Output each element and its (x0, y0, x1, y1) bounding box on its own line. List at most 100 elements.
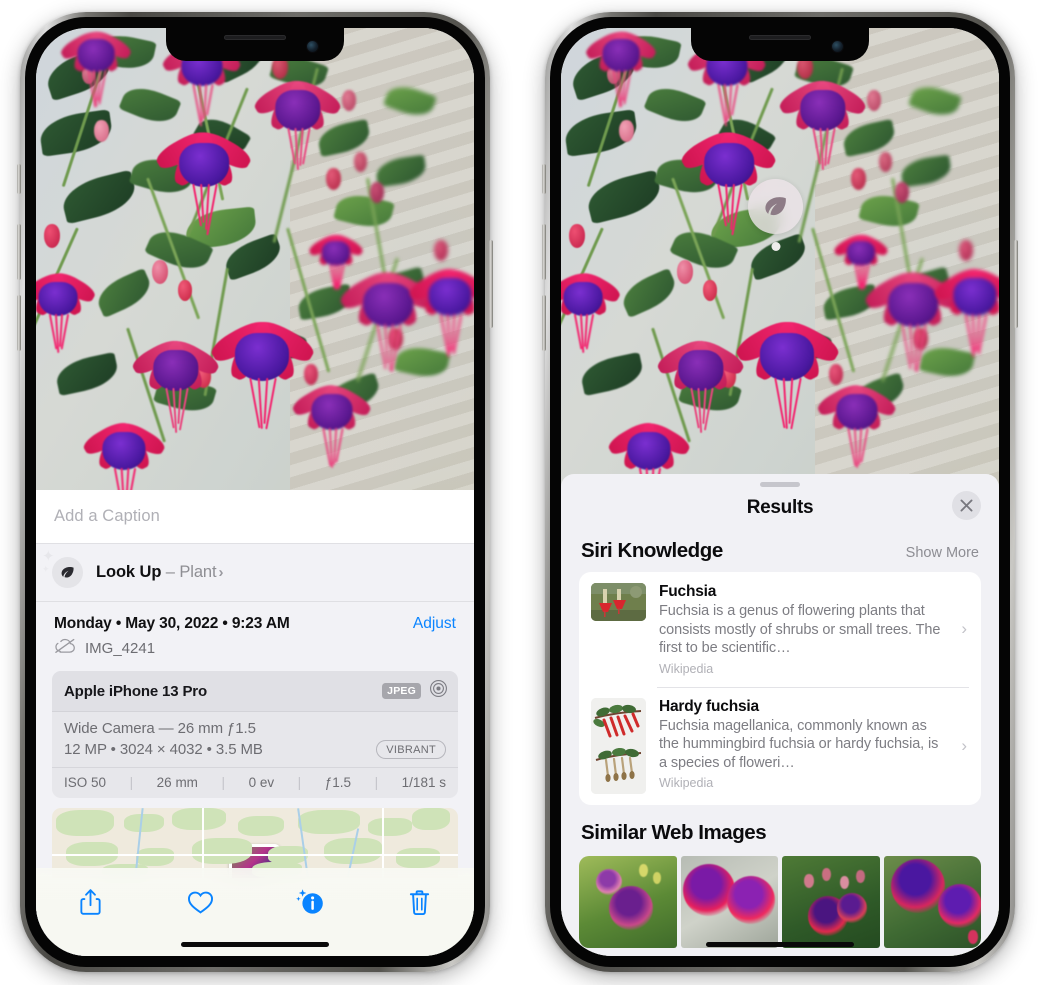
similar-web-images-row (561, 855, 999, 948)
photo-bud (354, 152, 367, 172)
left-phone-screen: Add a Caption ✦ ✦ Look Up – Plant › Mond… (36, 28, 474, 956)
photo-bud (178, 280, 192, 301)
map-green-area (56, 810, 114, 836)
file-name: IMG_4241 (85, 640, 156, 657)
knowledge-thumbnail (591, 697, 646, 794)
leaf-icon: ✦ ✦ (42, 549, 83, 588)
map-green-area (136, 848, 174, 866)
front-camera (832, 41, 843, 52)
left-phone-bezel: Add a Caption ✦ ✦ Look Up – Plant › Mond… (25, 17, 485, 967)
chevron-right-icon: › (218, 564, 224, 581)
power-button[interactable] (1014, 240, 1018, 328)
knowledge-body: Fuchsia Fuchsia is a genus of flowering … (659, 583, 969, 676)
screenshot-stage: Add a Caption ✦ ✦ Look Up – Plant › Mond… (0, 0, 1055, 985)
photo-flower-corolla (563, 281, 603, 317)
exif-card[interactable]: Apple iPhone 13 Pro JPEG Wide Camera — 2… (52, 671, 458, 798)
delete-button[interactable] (396, 882, 442, 922)
format-badge: JPEG (382, 683, 421, 699)
photo-bud (152, 260, 168, 284)
show-more-button[interactable]: Show More (906, 545, 979, 561)
earpiece-speaker (749, 35, 811, 40)
right-phone-screen: Results Siri Knowledge Show More Fuchsia… (561, 28, 999, 956)
knowledge-description: Fuchsia is a genus of flowering plants t… (659, 603, 941, 656)
favorite-button[interactable] (177, 882, 223, 922)
photo-bud (879, 152, 892, 172)
photo-flower-corolla (602, 39, 640, 73)
photo-flower-corolla (179, 142, 229, 187)
divider: | (221, 775, 226, 790)
photo-bud (677, 260, 693, 284)
photo-bud (829, 364, 843, 385)
photo-bud (370, 182, 384, 203)
results-header: Results (561, 487, 999, 533)
knowledge-description: Fuchsia magellanica, commonly known as t… (659, 717, 939, 771)
power-button[interactable] (489, 240, 493, 328)
exif-stats: ISO 50 | 26 mm | 0 ev | ƒ1.5 | 1/181 s (52, 767, 458, 798)
look-up-title: Look Up (96, 563, 162, 581)
home-indicator[interactable] (181, 942, 329, 947)
look-up-row[interactable]: ✦ ✦ Look Up – Plant › (36, 544, 474, 602)
web-image-thumbnail[interactable] (680, 855, 778, 948)
lens-info: Wide Camera — 26 mm ƒ1.5 (64, 720, 256, 737)
photo-bud (342, 90, 356, 111)
home-indicator[interactable] (706, 942, 854, 947)
volume-down-button[interactable] (17, 295, 21, 351)
sparkle-small-icon: ✦ (42, 564, 50, 574)
photo-bud (895, 182, 909, 203)
map-green-area (192, 838, 252, 864)
web-image-flower (682, 863, 735, 916)
chevron-right-icon: › (961, 619, 967, 639)
photo-bud (94, 120, 109, 142)
exif-stat-shutter: 1/181 s (401, 775, 446, 790)
map-green-area (412, 808, 450, 830)
map-green-area (124, 814, 164, 832)
web-image-flower (890, 858, 945, 913)
web-image-bud (822, 867, 831, 881)
caption-input[interactable]: Add a Caption (54, 507, 456, 526)
knowledge-title: Fuchsia (659, 583, 717, 600)
mute-switch[interactable] (17, 164, 21, 194)
exif-stat-iso: ISO 50 (64, 775, 107, 790)
share-button[interactable] (68, 882, 114, 922)
photo-bud (44, 224, 60, 248)
web-image-bud (856, 869, 865, 883)
exif-header: Apple iPhone 13 Pro JPEG (52, 671, 458, 712)
knowledge-source: Wikipedia (659, 661, 714, 676)
web-image-thumbnail[interactable] (782, 855, 880, 948)
front-camera (307, 41, 318, 52)
sparkle-icon: ✦ (42, 548, 55, 565)
photo-bud (959, 240, 973, 261)
volume-up-button[interactable] (542, 224, 546, 280)
adjust-button[interactable]: Adjust (413, 615, 456, 633)
list-item[interactable]: Fuchsia Fuchsia is a genus of flowering … (579, 572, 981, 687)
photo-bud (851, 168, 866, 190)
web-image-thumbnail[interactable] (579, 855, 677, 948)
list-item[interactable]: Hardy fuchsia Fuchsia magellanica, commo… (579, 686, 981, 805)
info-button[interactable] (287, 882, 333, 922)
page-title: Results (746, 497, 814, 518)
caption-field-row[interactable]: Add a Caption (36, 490, 474, 544)
web-image-thumbnail[interactable] (883, 855, 981, 948)
photo-flower-corolla (888, 282, 938, 327)
earpiece-speaker (224, 35, 286, 40)
right-phone-bezel: Results Siri Knowledge Show More Fuchsia… (550, 17, 1010, 967)
section-title: Similar Web Images (581, 820, 767, 844)
exif-body: Wide Camera — 26 mm ƒ1.5 12 MP • 3024 × … (52, 712, 458, 767)
file-row: IMG_4241 (36, 635, 474, 671)
photo-flower-corolla (760, 333, 814, 381)
cloud-slash-icon (54, 638, 76, 659)
close-button[interactable] (952, 491, 981, 520)
chevron-right-icon: › (961, 735, 967, 755)
visual-look-up-badge[interactable] (748, 179, 803, 234)
look-up-dash: – (165, 563, 175, 581)
knowledge-title: Hardy fuchsia (659, 697, 759, 715)
notch (166, 28, 344, 61)
web-image-flower (726, 875, 775, 924)
volume-down-button[interactable] (542, 295, 546, 351)
siri-knowledge-card: Fuchsia Fuchsia is a genus of flowering … (579, 572, 981, 805)
date-row: Monday • May 30, 2022 • 9:23 AM Adjust (36, 602, 474, 635)
photo-bud (304, 364, 318, 385)
volume-up-button[interactable] (17, 224, 21, 280)
mute-switch[interactable] (542, 164, 546, 194)
map-green-area (172, 808, 226, 830)
